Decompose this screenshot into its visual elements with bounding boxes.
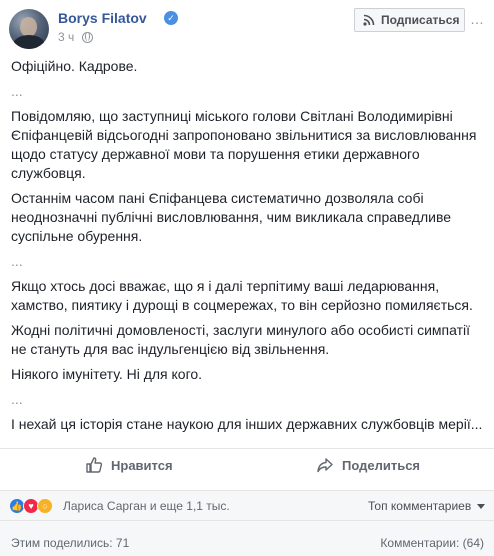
post-separator: ... — [11, 83, 23, 99]
reactions-summary[interactable]: Лариса Сарган и еще 1,1 тыс. — [63, 499, 230, 513]
thumbs-up-icon — [86, 457, 103, 473]
share-button-label: Поделиться — [342, 457, 421, 473]
post-paragraph: Повідомляю, що заступниці міського голов… — [11, 108, 477, 181]
shares-count[interactable]: Этим поделились: 71 — [11, 536, 129, 550]
post-paragraph: Якщо хтось досі вважає, що я і далі терп… — [11, 278, 473, 313]
post-paragraph: Офіційно. Кадрове. — [11, 58, 138, 74]
globe-icon — [82, 31, 94, 43]
like-button-label: Нравится — [111, 457, 173, 473]
comments-count[interactable]: Комментарии: (64) — [380, 536, 484, 550]
post-actions: Нравится Поделиться — [0, 448, 494, 484]
post-timestamp[interactable]: 3 ч — [58, 30, 74, 44]
reactions-bar: 👍 ♥ ○ Лариса Сарган и еще 1,1 тыс. Топ к… — [0, 490, 494, 520]
follow-button-label: Подписаться — [381, 13, 460, 27]
post-paragraph: Ніякого імунітету. Ні для кого. — [11, 366, 203, 382]
share-button[interactable]: Поделиться — [316, 456, 420, 474]
like-button[interactable]: Нравится — [85, 456, 173, 474]
post-body: Офіційно. Кадрове. ... Повідомляю, що за… — [11, 57, 486, 440]
post-separator: ... — [11, 391, 23, 407]
post-separator: ... — [11, 253, 23, 269]
post-paragraph: Останнім часом пані Єпіфанцева системати… — [11, 190, 452, 244]
post-paragraph: І нехай ця історія стане наукою для інши… — [11, 416, 483, 432]
verified-badge-icon: ✓ — [164, 11, 178, 25]
reaction-icons[interactable]: 👍 ♥ ○ — [9, 498, 53, 514]
rss-icon — [363, 14, 375, 26]
post-meta: 3 ч — [58, 30, 94, 44]
comment-sort-dropdown[interactable]: Топ комментариев — [368, 499, 486, 513]
author-avatar[interactable] — [9, 9, 49, 49]
more-options-icon[interactable]: … — [470, 12, 484, 26]
share-arrow-icon — [317, 458, 333, 473]
follow-button[interactable]: Подписаться — [354, 8, 465, 32]
author-name[interactable]: Borys Filatov — [58, 10, 147, 26]
counts-bar: Этим поделились: 71 Комментарии: (64) — [0, 520, 494, 556]
post-header: Borys Filatov ✓ 3 ч Подписаться … — [0, 0, 494, 56]
wow-icon: ○ — [37, 498, 53, 514]
comment-sort-label: Топ комментариев — [368, 499, 472, 513]
post-paragraph: Жодні політичні домовленості, заслуги ми… — [11, 322, 471, 357]
chevron-down-icon — [477, 503, 486, 509]
